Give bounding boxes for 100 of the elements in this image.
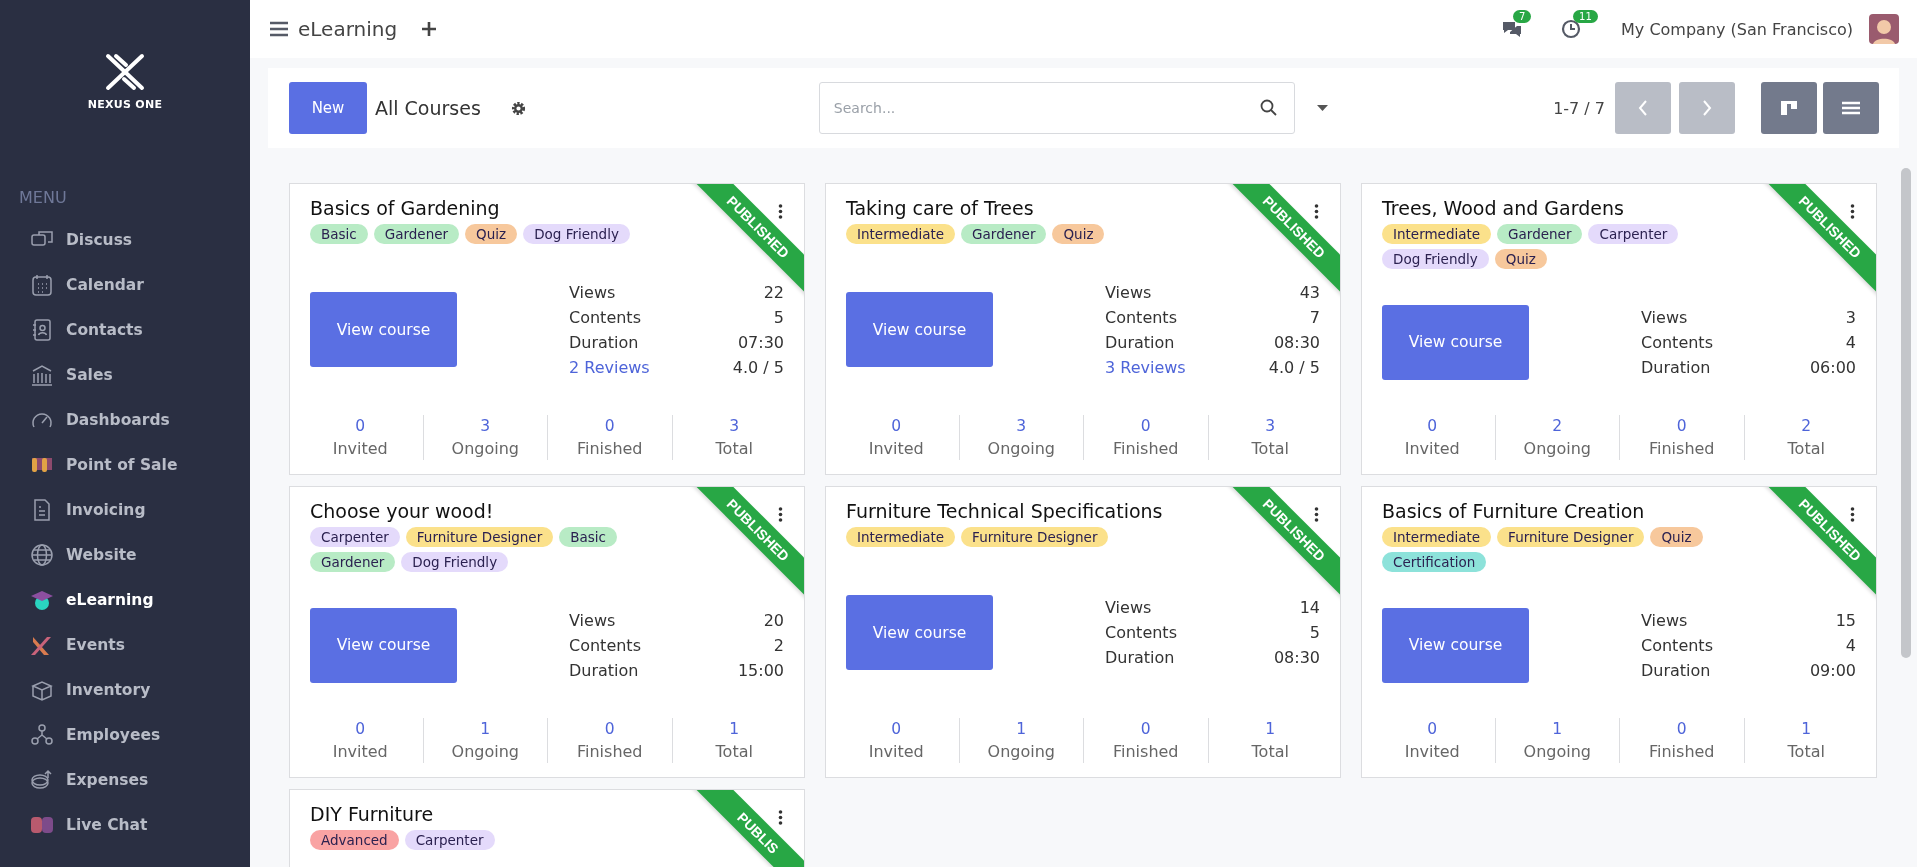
counter-value[interactable]: 3 [729, 417, 740, 435]
stat-value: 5 [1309, 623, 1320, 642]
sidebar-item[interactable]: Expenses [0, 757, 250, 802]
list-view-button[interactable] [1823, 82, 1879, 134]
more-options-icon[interactable] [778, 507, 783, 522]
sidebar-item[interactable]: Point of Sale [0, 442, 250, 487]
more-options-icon[interactable] [1314, 507, 1319, 522]
reviews-link[interactable]: 2 Reviews [569, 357, 650, 377]
tag: Gardener [1497, 224, 1583, 244]
bank-building-icon [30, 362, 54, 387]
counter-value[interactable]: 1 [1552, 720, 1563, 738]
tag: Intermediate [1382, 527, 1492, 547]
view-course-button[interactable]: View course [310, 607, 457, 683]
counter-value[interactable]: 0 [1140, 417, 1151, 435]
stat-value: 22 [763, 282, 784, 302]
more-options-icon[interactable] [1850, 507, 1855, 522]
sidebar-item[interactable]: Live Chat [0, 802, 250, 847]
course-title: Choose your wood! [310, 500, 495, 522]
sidebar-item[interactable]: Discuss [0, 217, 250, 262]
counter-value[interactable]: 0 [1676, 720, 1687, 738]
counter-value[interactable]: 1 [480, 720, 491, 738]
search-icon[interactable] [1259, 99, 1277, 116]
sidebar-item[interactable]: Calendar [0, 262, 250, 307]
list-icon [1842, 101, 1860, 115]
counter-value[interactable]: 0 [1427, 720, 1438, 738]
course-title: Basics of Gardening [310, 197, 501, 219]
kanban-view-button[interactable] [1761, 82, 1817, 134]
stat-value: 15 [1835, 610, 1856, 630]
plus-icon[interactable] [421, 21, 438, 37]
company-switcher[interactable]: My Company (San Francisco) [1621, 19, 1853, 39]
chevron-left-icon [1638, 100, 1648, 116]
chat-icon[interactable] [1501, 19, 1524, 39]
clock-icon[interactable] [1561, 19, 1582, 39]
stat-value: 7 [1309, 307, 1320, 327]
counter-label: Total [715, 439, 753, 458]
coins-icon [30, 767, 54, 792]
more-options-icon[interactable] [1314, 204, 1319, 219]
caret-icon[interactable] [1316, 105, 1328, 111]
counter-value[interactable]: 1 [1016, 720, 1027, 738]
menu-icon[interactable] [270, 21, 288, 37]
counter-value[interactable]: 0 [604, 720, 615, 738]
counter-value[interactable]: 3 [1016, 417, 1027, 435]
chevron-right-icon [1702, 100, 1712, 116]
tag: Intermediate [846, 527, 956, 547]
counter-value[interactable]: 3 [1265, 417, 1276, 435]
stat-label: Views [569, 282, 616, 302]
settings-icon[interactable] [510, 100, 526, 116]
sidebar-item[interactable]: Website [0, 532, 250, 577]
search-field[interactable]: Search... [818, 82, 1295, 134]
counter-value[interactable]: 0 [355, 417, 366, 435]
avatar-icon[interactable] [1869, 14, 1899, 44]
counter-value[interactable]: 1 [1265, 720, 1276, 738]
view-course-button[interactable]: View course [846, 595, 993, 670]
tag: Gardener [961, 224, 1047, 244]
new-button[interactable]: New [289, 82, 367, 134]
sidebar-item[interactable]: Events [0, 622, 250, 667]
sidebar-item[interactable]: Sales [0, 352, 250, 397]
counter-value[interactable]: 3 [480, 417, 491, 435]
sidebar-item[interactable]: eLearning [0, 577, 250, 622]
stat-value: 5 [773, 307, 784, 327]
kanban-icon [1780, 100, 1798, 116]
sidebar-item[interactable]: Inventory [0, 667, 250, 712]
counter-value[interactable]: 0 [891, 720, 902, 738]
counter-value[interactable]: 0 [604, 417, 615, 435]
counter-value[interactable]: 1 [1801, 720, 1812, 738]
contact-book-icon [30, 317, 54, 342]
counter-value[interactable]: 0 [891, 417, 902, 435]
counter-value[interactable]: 0 [1140, 720, 1151, 738]
sidebar-item[interactable]: Invoicing [0, 487, 250, 532]
tag: Carpenter [310, 527, 400, 547]
sidebar-item[interactable]: Employees [0, 712, 250, 757]
stat-value: 06:00 [1809, 357, 1856, 377]
more-options-icon[interactable] [778, 810, 783, 825]
stat-label: Views [1105, 598, 1152, 617]
counter-label: Invited [1404, 439, 1460, 458]
counter-value[interactable]: 2 [1801, 417, 1812, 435]
view-course-button[interactable]: View course [1382, 304, 1529, 380]
counter-value[interactable]: 1 [729, 720, 740, 738]
counter-value[interactable]: 2 [1552, 417, 1563, 435]
sidebar-item[interactable]: Contacts [0, 307, 250, 352]
view-course-button[interactable]: View course [1382, 607, 1529, 683]
view-course-button[interactable]: View course [310, 292, 457, 367]
tag: Furniture Designer [405, 527, 554, 547]
tag: Certification [1382, 552, 1487, 572]
stat-value: 20 [763, 610, 784, 630]
counter-value[interactable]: 0 [1427, 417, 1438, 435]
sidebar-item[interactable]: Dashboards [0, 397, 250, 442]
more-options-icon[interactable] [778, 204, 783, 219]
counter-label: Total [1251, 439, 1289, 458]
stat-label: Duration [1641, 660, 1711, 680]
stat-label: Contents [1105, 307, 1177, 327]
stat-value: 08:30 [1273, 332, 1320, 352]
reviews-link[interactable]: 3 Reviews [1105, 357, 1186, 377]
stat-label: Contents [569, 307, 641, 327]
counter-value[interactable]: 0 [355, 720, 366, 738]
view-course-button[interactable]: View course [846, 292, 993, 367]
more-options-icon[interactable] [1850, 204, 1855, 219]
tag: Quiz [465, 224, 518, 244]
counter-value[interactable]: 0 [1676, 417, 1687, 435]
stat-label: Duration [569, 332, 639, 352]
